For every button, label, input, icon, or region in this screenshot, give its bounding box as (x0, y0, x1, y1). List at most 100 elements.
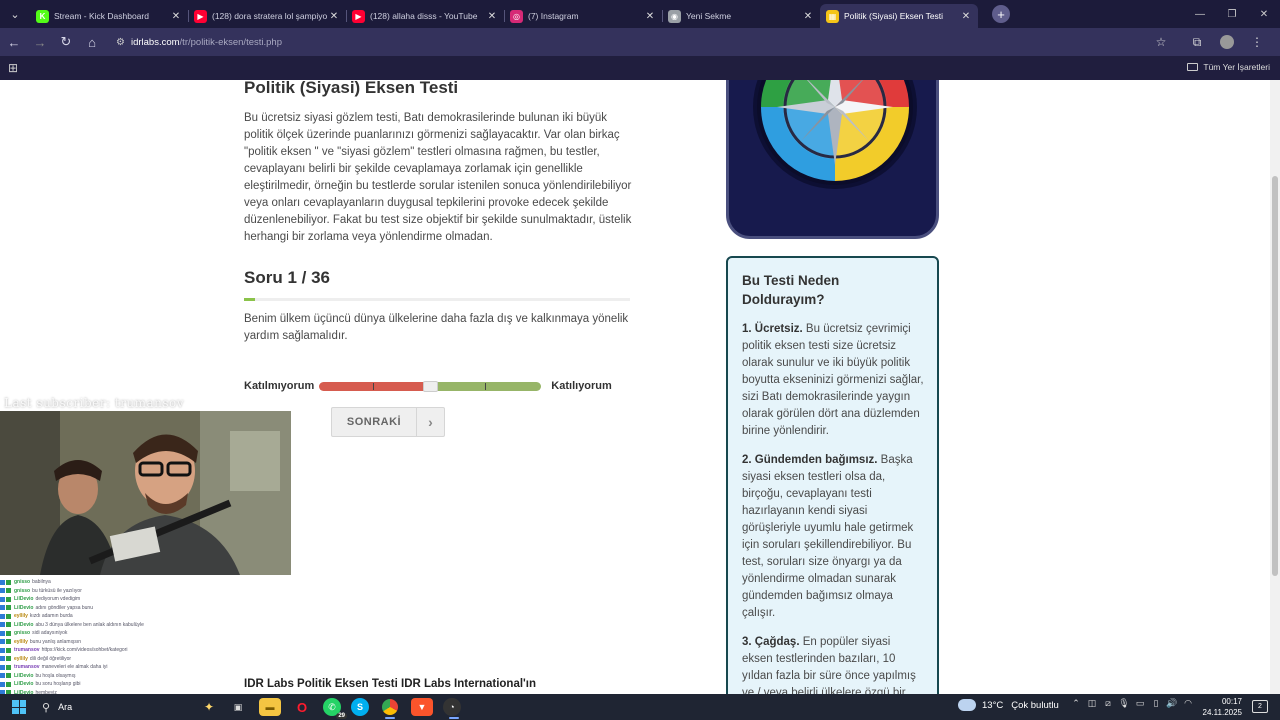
tab-title: (128) allaha disss - YouTube (370, 11, 478, 21)
apps-grid-icon[interactable]: ⊞ (8, 61, 18, 75)
close-window-icon[interactable]: ✕ (1248, 0, 1280, 28)
reload-icon[interactable]: ↻ (54, 30, 78, 54)
wifi-icon[interactable]: ◠ (1180, 698, 1196, 709)
opera-icon[interactable]: O (291, 698, 313, 716)
weather-widget[interactable]: 13°C Çok bulutlu (958, 699, 1059, 711)
task-view-icon[interactable]: ▣ (227, 698, 249, 716)
chevron-right-icon[interactable]: › (416, 408, 444, 436)
tab-title: (128) dora stratera lol şampiyo (212, 11, 328, 21)
tab-close-icon[interactable]: ✕ (486, 11, 498, 22)
chat-badge-icon (0, 613, 5, 619)
answer-scale: Katılmıyorum Katılıyorum (244, 378, 634, 394)
clock-date: 24.11.2025 (1202, 708, 1242, 717)
notification-icon[interactable]: 2 (1252, 700, 1268, 713)
page-scrollbar[interactable] (1270, 80, 1280, 694)
browser-tab[interactable]: K Stream - Kick Dashboard ✕ (30, 4, 189, 28)
question-counter: Soru 1 / 36 (244, 268, 330, 287)
volume-icon[interactable]: 🔊 (1164, 698, 1180, 709)
instagram-icon: ◎ (510, 9, 523, 23)
system-tray: ⌃ ◫ ⧄ 🎙 ▭ ▯ 🔊 ◠ (1068, 698, 1196, 709)
tab-close-icon[interactable]: ✕ (644, 11, 656, 22)
chat-username: trumansov (14, 664, 40, 670)
why-point-head: 1. Ücretsiz. (742, 323, 803, 335)
browser-tab[interactable]: ◉ Yeni Sekme ✕ (662, 4, 820, 28)
browser-tab[interactable]: ▦ Politik (Siyasi) Eksen Testi ✕ (820, 4, 978, 28)
copilot-sparkle-icon[interactable]: ✦ (204, 700, 214, 714)
chat-message: LilDevio dediyorum vdedigim (0, 595, 190, 604)
chat-badge-icon (0, 605, 5, 611)
whatsapp-badge: 29 (336, 713, 347, 719)
url-field[interactable]: ⚙ idrlabs.com/tr/politik-eksen/testi.php (112, 31, 1192, 53)
tab-close-icon[interactable]: ✕ (960, 11, 972, 22)
progress-bar (244, 298, 630, 301)
chat-text: adını göndiler yapsa bunu (35, 604, 93, 611)
obs-icon[interactable]: ◔ (443, 698, 461, 719)
windows-start-icon[interactable] (12, 700, 26, 714)
tab-close-icon[interactable]: ✕ (802, 11, 814, 22)
forward-icon[interactable]: → (28, 30, 52, 54)
file-explorer-icon[interactable]: ▬ (259, 698, 281, 716)
brave-icon[interactable]: ▼ (411, 698, 433, 716)
disagree-segment[interactable] (319, 381, 425, 391)
url-host: idrlabs.com (130, 36, 180, 48)
chat-text: bunu yanlış anlamışsın (29, 638, 82, 645)
chat-badge-icon (0, 639, 5, 645)
browser-tab[interactable]: ▶ (128) allaha disss - YouTube ✕ (346, 4, 505, 28)
chat-message: gnisso bu türküsü ile yazılıyor (0, 587, 190, 596)
tab-search-icon[interactable]: ⌄ (4, 3, 26, 25)
scrollbar-thumb[interactable] (1272, 176, 1278, 576)
chrome-taskbar-icon[interactable] (379, 698, 401, 719)
microphone-icon[interactable]: 🎙 (1116, 698, 1132, 709)
chat-badge-icon (0, 656, 5, 662)
chat-text: bu soru hoşlarıp gibi (35, 681, 81, 687)
folder-icon (1187, 63, 1199, 71)
chat-text: maneveleri ele almak daha iyi (41, 664, 108, 670)
extensions-icon[interactable]: ⧉ (1182, 35, 1212, 50)
restore-icon[interactable]: ❐ (1216, 0, 1248, 28)
chat-badge-icon (6, 613, 11, 619)
site-info-icon[interactable]: ⚙ (116, 37, 125, 48)
whatsapp-icon[interactable]: ✆ 29 (323, 698, 347, 719)
taskbar-search[interactable]: ⚲ Ara ✦ (42, 697, 222, 717)
chat-message: trumansov https://kick.com/videos/sohbet/… (0, 646, 190, 655)
clock-time: 00:17 (1221, 697, 1242, 706)
browser-tab[interactable]: ◎ (7) Instagram ✕ (504, 4, 663, 28)
network-icon[interactable]: ⧄ (1100, 698, 1116, 709)
agreement-slider[interactable] (319, 380, 542, 392)
new-tab-button[interactable]: + (992, 5, 1010, 23)
taskbar-clock[interactable]: 00:17 24.11.2025 (1202, 696, 1242, 718)
kick-icon: K (36, 9, 49, 23)
menu-dots-icon[interactable]: ⋮ (1242, 35, 1272, 49)
cloudy-icon (958, 699, 976, 711)
tray-chevron-up-icon[interactable]: ⌃ (1068, 698, 1084, 709)
scale-disagree-label: Katılmıyorum (244, 380, 315, 392)
chat-text: abu 3 dünya ülkelere ben anlak aldının k… (35, 621, 144, 628)
why-title: Bu Testi Neden Doldurayım? (742, 273, 840, 307)
chat-text: bu türküsü ile yazılıyor (32, 587, 82, 594)
next-button[interactable]: SONRAKİ › (331, 407, 445, 437)
battery-icon[interactable]: ▯ (1148, 698, 1164, 709)
webcam-feed (0, 411, 291, 575)
chat-username: gnisso (14, 579, 31, 585)
tab-strip: ⌄ K Stream - Kick Dashboard ✕ ▶ (128) dora s… (0, 0, 1280, 28)
tab-close-icon[interactable]: ✕ (170, 11, 182, 22)
slider-handle[interactable] (423, 380, 439, 392)
chat-badge-icon (6, 639, 11, 645)
minimize-icon[interactable]: — (1184, 0, 1216, 28)
chat-message: LilDevio bu soru hoşlarıp gibi (0, 680, 190, 689)
back-icon[interactable]: ← (2, 30, 26, 54)
bookmarks-bar: ⊞ Tüm Yer İşaretleri (0, 56, 1280, 80)
browser-tab[interactable]: ▶ (128) dora stratera lol şampiyo ✕ (188, 4, 347, 28)
tab-close-icon[interactable]: ✕ (328, 11, 340, 22)
screen-icon[interactable]: ◫ (1084, 698, 1100, 709)
bookmark-star-icon[interactable]: ☆ (1146, 35, 1176, 49)
all-bookmarks-button[interactable]: Tüm Yer İşaretleri (1187, 62, 1270, 72)
profile-avatar[interactable] (1220, 35, 1234, 49)
chrome-icon: ◉ (668, 9, 681, 23)
test-article: Politik (Siyasi) Eksen Testi Bu ücretsiz… (244, 80, 634, 690)
display-icon[interactable]: ▭ (1132, 698, 1148, 709)
home-icon[interactable]: ⌂ (80, 30, 104, 54)
agree-segment[interactable] (436, 381, 542, 391)
skype-icon[interactable]: S (351, 698, 369, 716)
chat-badge-icon (6, 596, 11, 602)
